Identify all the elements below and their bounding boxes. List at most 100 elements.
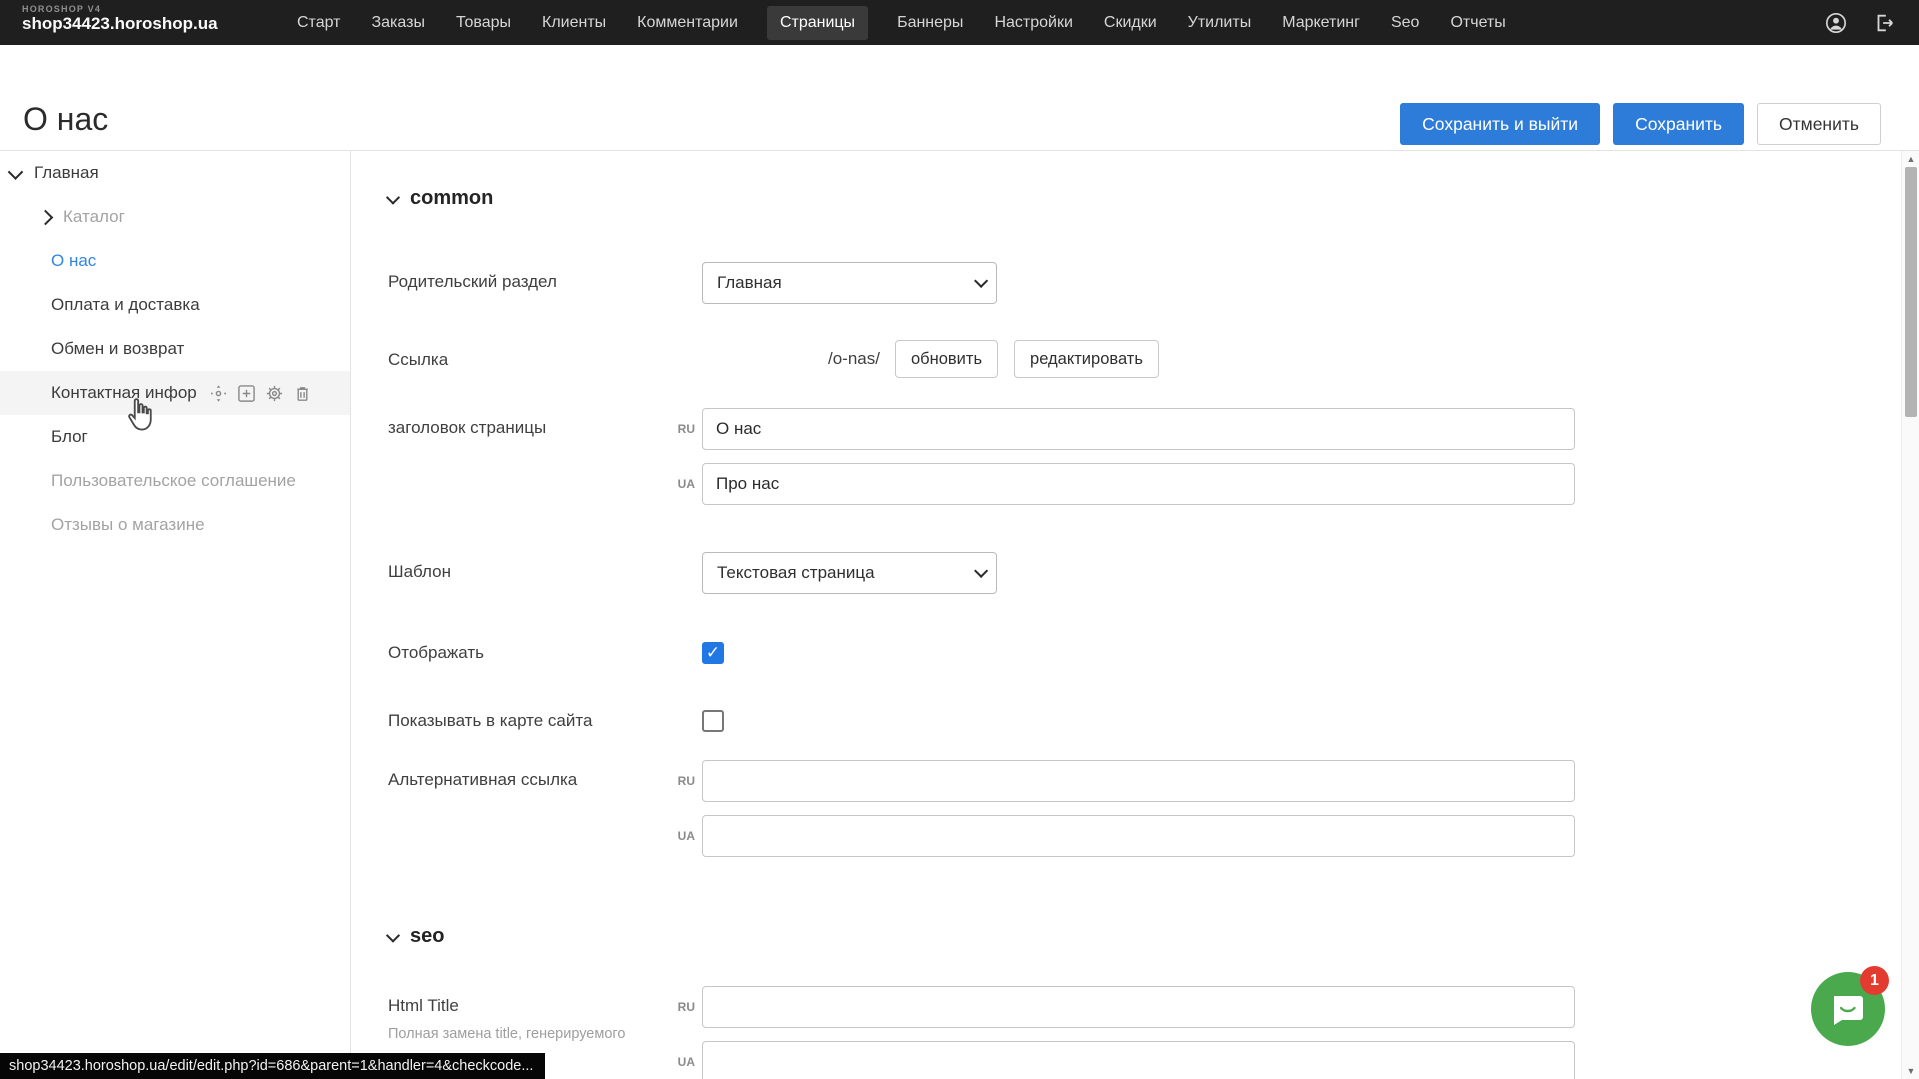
spacer — [388, 594, 1901, 642]
menu-item-discounts[interactable]: Скидки — [1102, 6, 1159, 40]
spacer — [388, 378, 1901, 408]
template-row: Шаблон Текстовая страница — [388, 552, 1901, 594]
section-title: seo — [410, 925, 444, 948]
link-row: Ссылка /o-nas/ обновить редактировать — [388, 340, 1901, 378]
html-title-ua-input[interactable] — [702, 1041, 1575, 1079]
html-title-label: Html Title — [388, 996, 459, 1015]
menu-item-pages[interactable]: Страницы — [767, 6, 868, 40]
chevron-right-icon — [38, 209, 54, 225]
sitemap-row: Показывать в карте сайта — [388, 710, 1901, 732]
spacer — [388, 304, 1901, 340]
add-icon[interactable] — [237, 384, 256, 403]
sidebar-item-label: Пользовательское соглашение — [51, 471, 296, 491]
sidebar-item-otzyvy[interactable]: Отзывы о магазине — [0, 503, 350, 547]
page-title-ua-input[interactable] — [702, 463, 1575, 505]
refresh-link-button[interactable]: обновить — [895, 340, 998, 378]
chevron-down-icon — [8, 164, 24, 180]
menu-item-seo[interactable]: Seo — [1389, 6, 1421, 40]
chevron-down-icon — [974, 564, 988, 578]
sidebar-item-soglashenie[interactable]: Пользовательское соглашение — [0, 459, 350, 503]
chevron-down-icon — [974, 274, 988, 288]
vertical-scrollbar[interactable]: ▲ ▼ — [1901, 151, 1919, 1079]
sidebar-item-oplata[interactable]: Оплата и доставка — [0, 283, 350, 327]
section-seo[interactable]: seo — [388, 925, 1901, 948]
display-row: Отображать ✓ — [388, 642, 1901, 664]
section-common[interactable]: common — [388, 187, 1901, 210]
alt-link-ru-input[interactable] — [702, 760, 1575, 802]
page-title: О нас — [23, 101, 108, 138]
menu-item-utilities[interactable]: Утилиты — [1186, 6, 1254, 40]
menu-item-banners[interactable]: Баннеры — [895, 6, 965, 40]
sidebar-item-glavnaya[interactable]: Главная — [0, 151, 350, 195]
menu-item-start[interactable]: Старт — [295, 6, 342, 40]
alt-link-ua-input[interactable] — [702, 815, 1575, 857]
pages-tree-sidebar: Главная Каталог О нас Оплата и доставка … — [0, 151, 351, 1079]
alt-link-row: Альтернативная ссылка RU UA — [388, 760, 1901, 857]
edit-link-button[interactable]: редактировать — [1014, 340, 1159, 378]
sidebar-item-blog[interactable]: Блог — [0, 415, 350, 459]
parent-section-label: Родительский раздел — [388, 262, 702, 292]
menu-item-reports[interactable]: Отчеты — [1448, 6, 1507, 40]
sidebar-item-label: Оплата и доставка — [51, 295, 200, 315]
menu-item-comments[interactable]: Комментарии — [635, 6, 740, 40]
cancel-button[interactable]: Отменить — [1757, 103, 1881, 145]
lang-ua-badge: UA — [669, 829, 695, 843]
logo-version-label: HOROSHOP V4 — [22, 4, 218, 14]
chevron-down-icon — [386, 190, 400, 204]
page-title-ru-input[interactable] — [702, 408, 1575, 450]
logout-icon[interactable] — [1873, 12, 1895, 34]
page-header: О нас Сохранить и выйти Сохранить Отмени… — [0, 45, 1919, 150]
chat-bubble-icon — [1830, 992, 1867, 1028]
menu-item-clients[interactable]: Клиенты — [540, 6, 608, 40]
shop-domain-label: shop34423.horoshop.ua — [22, 14, 218, 34]
menu-item-settings[interactable]: Настройки — [992, 6, 1074, 40]
link-path-value: /o-nas/ — [828, 349, 880, 369]
chat-unread-badge: 1 — [1860, 966, 1889, 995]
settings-icon[interactable] — [265, 384, 284, 403]
sidebar-item-label: Контактная инфор — [51, 383, 197, 403]
menu-item-products[interactable]: Товары — [454, 6, 513, 40]
account-icon[interactable] — [1825, 12, 1847, 34]
parent-section-row: Родительский раздел Главная — [388, 262, 1901, 304]
display-checkbox[interactable]: ✓ — [702, 642, 724, 664]
sidebar-item-katalog[interactable]: Каталог — [0, 195, 350, 239]
sidebar-item-obmen[interactable]: Обмен и возврат — [0, 327, 350, 371]
html-title-ru-input[interactable] — [702, 986, 1575, 1028]
content-area: Главная Каталог О нас Оплата и доставка … — [0, 150, 1919, 1079]
sidebar-item-kontaktnaya[interactable]: Контактная инфор — [0, 371, 350, 415]
shop-logo[interactable]: HOROSHOP V4 shop34423.horoshop.ua — [22, 4, 218, 34]
menu-item-orders[interactable]: Заказы — [369, 6, 426, 40]
sidebar-item-o-nas[interactable]: О нас — [0, 239, 350, 283]
page-title-label: заголовок страницы — [388, 408, 669, 438]
delete-icon[interactable] — [293, 384, 312, 403]
page-edit-form: common Родительский раздел Главная Ссылк… — [352, 151, 1901, 1079]
sitemap-checkbox[interactable] — [702, 710, 724, 732]
chevron-down-icon — [386, 928, 400, 942]
parent-section-select[interactable]: Главная — [702, 262, 997, 304]
link-preview-statusbar: shop34423.horoshop.ua/edit/edit.php?id=6… — [0, 1053, 545, 1079]
menu-item-marketing[interactable]: Маркетинг — [1280, 6, 1362, 40]
lang-ua-badge: UA — [669, 1055, 695, 1069]
save-and-exit-button[interactable]: Сохранить и выйти — [1400, 103, 1600, 145]
template-value: Текстовая страница — [717, 563, 875, 583]
template-label: Шаблон — [388, 552, 702, 582]
scrollbar-thumb[interactable] — [1905, 167, 1917, 417]
move-icon[interactable] — [209, 384, 228, 403]
sidebar-item-label: Отзывы о магазине — [51, 515, 205, 535]
spacer — [388, 857, 1901, 925]
lang-ru-badge: RU — [669, 1000, 695, 1014]
scroll-down-arrow-icon[interactable]: ▼ — [1902, 1066, 1919, 1076]
spacer — [388, 505, 1901, 552]
template-select[interactable]: Текстовая страница — [702, 552, 997, 594]
link-label: Ссылка — [388, 340, 702, 370]
html-title-row: Html Title Полная замена title, генериру… — [388, 986, 1901, 1079]
display-label: Отображать — [388, 642, 702, 663]
sidebar-item-label: О нас — [51, 251, 96, 271]
scroll-up-arrow-icon[interactable]: ▲ — [1902, 154, 1919, 164]
top-navigation-bar: HOROSHOP V4 shop34423.horoshop.ua Старт … — [0, 0, 1919, 45]
save-button[interactable]: Сохранить — [1613, 103, 1744, 145]
lang-ua-badge: UA — [669, 477, 695, 491]
app-root: HOROSHOP V4 shop34423.horoshop.ua Старт … — [0, 0, 1919, 1079]
header-actions: Сохранить и выйти Сохранить Отменить — [1400, 103, 1881, 145]
topbar-icons — [1825, 0, 1895, 45]
